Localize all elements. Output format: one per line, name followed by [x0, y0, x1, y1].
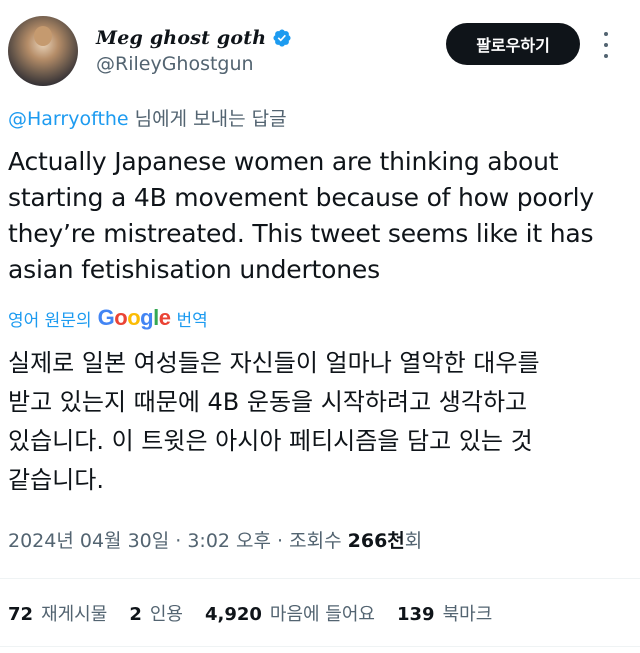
- google-letter: o: [114, 305, 128, 330]
- display-name-row[interactable]: Meg ghost goth: [96, 24, 292, 52]
- engagement-stats: 72 재게시물 2 인용 4,920 마음에 들어요 139 북마크: [8, 600, 492, 626]
- like-label: 마음에 들어요: [269, 604, 375, 625]
- google-letter: o: [127, 305, 141, 330]
- user-handle[interactable]: @RileyGhostgun: [96, 53, 254, 75]
- google-letter: G: [97, 305, 115, 330]
- quote-count: 2: [129, 604, 142, 625]
- google-logo: Google: [98, 305, 171, 331]
- view-count: 266천: [347, 530, 405, 552]
- repost-label: 재게시물: [41, 604, 108, 625]
- reply-context-suffix: 님에게 보내는 답글: [128, 108, 287, 130]
- translated-line: 실제로 일본 여성들은 자신들이 얼마나 열악한 대우를: [8, 349, 540, 377]
- more-vertical-icon[interactable]: [596, 28, 616, 62]
- google-letter: g: [140, 305, 154, 330]
- divider: [0, 646, 640, 647]
- translate-attribution[interactable]: 영어 원문의 Google 번역: [8, 305, 208, 331]
- translated-line: 같습니다.: [8, 466, 104, 494]
- tweet-meta: 2024년 04월 30일 · 3:02 오후 · 조회수 266천회: [8, 526, 422, 553]
- stat-bookmarks[interactable]: 139 북마크: [397, 600, 492, 626]
- bookmark-count: 139: [397, 604, 435, 625]
- display-name[interactable]: Meg ghost goth: [96, 27, 266, 49]
- reply-context: @Harryofthe 님에게 보내는 답글: [8, 104, 287, 131]
- avatar[interactable]: [8, 16, 78, 86]
- more-dot: [604, 32, 608, 36]
- tweet-timestamp[interactable]: 2024년 04월 30일 · 3:02 오후 · 조회수: [8, 530, 348, 552]
- translated-text: 실제로 일본 여성들은 자신들이 얼마나 열악한 대우를 받고 있는지 때문에 …: [8, 344, 628, 500]
- view-count-suffix: 회: [404, 530, 423, 552]
- stat-quotes[interactable]: 2 인용: [129, 600, 183, 626]
- tweet-line: Actually Japanese women are thinking abo…: [8, 147, 559, 176]
- translated-line: 받고 있는지 때문에 4B 운동을 시작하려고 생각하고: [8, 388, 528, 416]
- google-letter: e: [158, 305, 171, 330]
- bookmark-label: 북마크: [442, 604, 493, 625]
- follow-button[interactable]: 팔로우하기: [446, 23, 580, 65]
- translated-line: 있습니다. 이 트윗은 아시아 페티시즘을 담고 있는 것: [8, 427, 533, 455]
- verified-badge-icon: [273, 29, 291, 47]
- more-dot: [604, 54, 608, 58]
- translate-label: 번역: [176, 310, 208, 331]
- reply-mention-link[interactable]: @Harryofthe: [8, 108, 129, 130]
- divider: [0, 578, 640, 579]
- tweet-line: starting a 4B movement because of how po…: [8, 183, 595, 212]
- stat-reposts[interactable]: 72 재게시물: [8, 600, 107, 626]
- like-count: 4,920: [204, 604, 262, 625]
- tweet-line: they’re mistreated. This tweet seems lik…: [8, 219, 594, 248]
- repost-count: 72: [8, 604, 34, 625]
- tweet-text: Actually Japanese women are thinking abo…: [8, 144, 628, 288]
- stat-likes[interactable]: 4,920 마음에 들어요: [205, 600, 375, 626]
- more-dot: [604, 43, 608, 47]
- tweet-line: asian fetishisation undertones: [8, 255, 380, 284]
- quote-label: 인용: [149, 604, 183, 625]
- translate-prefix: 영어 원문의: [8, 310, 92, 331]
